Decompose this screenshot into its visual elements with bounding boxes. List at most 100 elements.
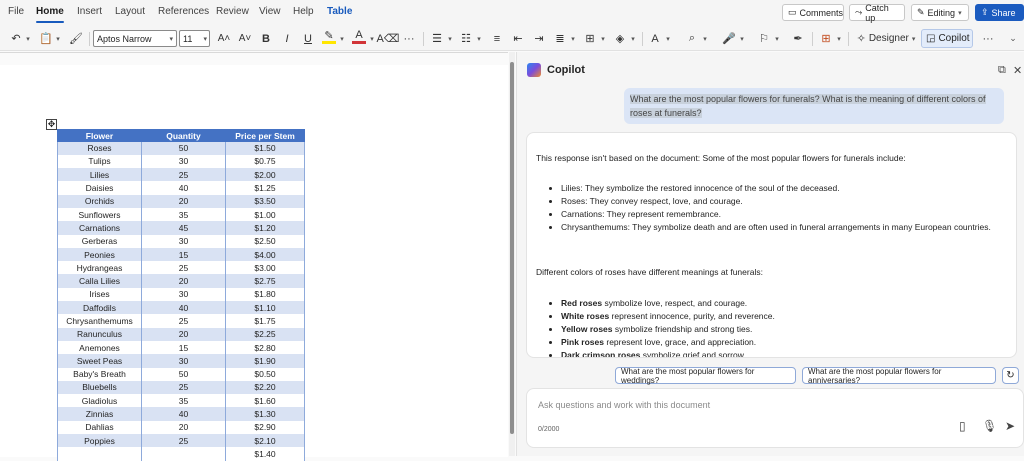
- price-cell[interactable]: $2.50: [225, 234, 305, 248]
- chevron-down-icon[interactable]: ▾: [664, 29, 672, 48]
- column-header-quantity[interactable]: Quantity: [141, 129, 226, 142]
- quantity-cell[interactable]: 30: [141, 154, 226, 169]
- flower-cell[interactable]: Daisies: [57, 181, 142, 195]
- italic-icon[interactable]: I: [280, 29, 294, 48]
- close-icon[interactable]: ✕: [1013, 64, 1022, 77]
- clipboard-icon[interactable]: 📋: [38, 29, 54, 48]
- numbering-icon[interactable]: ☷: [459, 29, 473, 48]
- comments-button[interactable]: ▭ Comments: [782, 4, 844, 21]
- table-row[interactable]: Calla Lilies 20 $2.75: [57, 274, 305, 288]
- table-row[interactable]: $1.40: [57, 447, 305, 461]
- table-move-handle-icon[interactable]: ✥: [46, 119, 57, 130]
- table-row[interactable]: Anemones 15 $2.80: [57, 340, 305, 355]
- microphone-icon[interactable]: 🎙: [982, 419, 997, 433]
- chevron-down-icon[interactable]: ⌄: [1008, 29, 1018, 48]
- quantity-cell[interactable]: 35: [141, 207, 226, 222]
- price-cell[interactable]: $1.00: [225, 207, 305, 222]
- flower-cell[interactable]: Orchids: [57, 194, 142, 208]
- table-row[interactable]: Peonies 15 $4.00: [57, 247, 305, 262]
- send-icon[interactable]: ➤: [1005, 419, 1015, 433]
- flower-cell[interactable]: [57, 447, 142, 461]
- undo-icon[interactable]: ↶: [8, 29, 24, 48]
- table-row[interactable]: Chrysanthemums 25 $1.75: [57, 314, 305, 328]
- quantity-cell[interactable]: 30: [141, 287, 226, 302]
- quantity-cell[interactable]: 15: [141, 340, 226, 355]
- flower-cell[interactable]: Dahlias: [57, 420, 142, 435]
- table-row[interactable]: Poppies 25 $2.10: [57, 434, 305, 448]
- price-cell[interactable]: $2.75: [225, 274, 305, 288]
- flower-cell[interactable]: Poppies: [57, 434, 142, 448]
- chevron-down-icon[interactable]: ▾: [835, 29, 843, 48]
- price-cell[interactable]: $2.00: [225, 168, 305, 182]
- flower-cell[interactable]: Lilies: [57, 168, 142, 182]
- flower-cell[interactable]: Sunflowers: [57, 207, 142, 222]
- tab-layout[interactable]: Layout: [115, 6, 145, 17]
- quantity-cell[interactable]: 40: [141, 301, 226, 315]
- flower-cell[interactable]: Peonies: [57, 247, 142, 262]
- chevron-down-icon[interactable]: ▾: [629, 29, 637, 48]
- flower-cell[interactable]: Baby's Breath: [57, 367, 142, 381]
- styles-icon[interactable]: A: [648, 29, 662, 48]
- flower-cell[interactable]: Sweet Peas: [57, 354, 142, 368]
- tab-insert[interactable]: Insert: [77, 6, 102, 17]
- quantity-cell[interactable]: 20: [141, 420, 226, 435]
- chevron-down-icon[interactable]: ▾: [569, 29, 577, 48]
- table-row[interactable]: Hydrangeas 25 $3.00: [57, 261, 305, 275]
- table-row[interactable]: Zinnias 40 $1.30: [57, 407, 305, 421]
- catch-up-button[interactable]: ⤳ Catch up: [849, 3, 905, 23]
- chevron-down-icon[interactable]: ▾: [773, 29, 781, 48]
- more-icon[interactable]: ···: [401, 29, 417, 48]
- flower-cell[interactable]: Carnations: [57, 221, 142, 235]
- table-row[interactable]: Roses 50 $1.50: [57, 141, 305, 155]
- table-row[interactable]: Daisies 40 $1.25: [57, 181, 305, 195]
- quantity-cell[interactable]: 30: [141, 354, 226, 368]
- scrollbar-thumb[interactable]: [510, 62, 514, 434]
- table-row[interactable]: Dahlias 20 $2.90: [57, 420, 305, 435]
- bullets-icon[interactable]: ☰: [430, 29, 444, 48]
- more-options-icon[interactable]: ···: [980, 29, 996, 48]
- grow-font-icon[interactable]: A˄: [217, 29, 231, 48]
- shrink-font-icon[interactable]: A˅: [238, 29, 252, 48]
- addins-icon[interactable]: ⊞: [819, 29, 833, 48]
- price-cell[interactable]: $1.75: [225, 314, 305, 328]
- dictate-icon[interactable]: 🎤: [722, 29, 736, 48]
- price-cell[interactable]: $1.30: [225, 407, 305, 421]
- flower-cell[interactable]: Tulips: [57, 154, 142, 169]
- price-cell[interactable]: $1.90: [225, 354, 305, 368]
- quantity-cell[interactable]: 20: [141, 194, 226, 208]
- shading-icon[interactable]: ◈: [613, 29, 627, 48]
- flower-cell[interactable]: Bluebells: [57, 380, 142, 395]
- format-painter-icon[interactable]: 🖌: [68, 29, 84, 48]
- table-row[interactable]: Tulips 30 $0.75: [57, 154, 305, 169]
- price-cell[interactable]: $2.10: [225, 434, 305, 448]
- table-row[interactable]: Daffodils 40 $1.10: [57, 301, 305, 315]
- price-cell[interactable]: $2.90: [225, 420, 305, 435]
- quantity-cell[interactable]: [141, 447, 226, 461]
- clear-formatting-icon[interactable]: A⌫: [377, 29, 400, 48]
- quantity-cell[interactable]: 25: [141, 261, 226, 275]
- flower-cell[interactable]: Irises: [57, 287, 142, 302]
- chevron-down-icon[interactable]: ▾: [701, 29, 709, 48]
- quantity-cell[interactable]: 20: [141, 274, 226, 288]
- flower-cell[interactable]: Daffodils: [57, 301, 142, 315]
- search-icon[interactable]: ⌕: [685, 29, 699, 48]
- table-row[interactable]: Sweet Peas 30 $1.90: [57, 354, 305, 368]
- tab-help[interactable]: Help: [293, 6, 314, 17]
- price-cell[interactable]: $1.80: [225, 287, 305, 302]
- flower-cell[interactable]: Calla Lilies: [57, 274, 142, 288]
- chevron-down-icon[interactable]: ▾: [475, 29, 483, 48]
- chevron-down-icon[interactable]: ▾: [599, 29, 607, 48]
- increase-indent-icon[interactable]: ⇥: [532, 29, 546, 48]
- tab-view[interactable]: View: [259, 6, 281, 17]
- tab-review[interactable]: Review: [216, 6, 249, 17]
- price-cell[interactable]: $1.25: [225, 181, 305, 195]
- flower-cell[interactable]: Chrysanthemums: [57, 314, 142, 328]
- document-scrollbar[interactable]: [509, 52, 515, 456]
- price-cell[interactable]: $4.00: [225, 247, 305, 262]
- tab-references[interactable]: References: [158, 6, 209, 17]
- price-cell[interactable]: $0.75: [225, 154, 305, 169]
- table-row[interactable]: Carnations 45 $1.20: [57, 221, 305, 235]
- quantity-cell[interactable]: 20: [141, 327, 226, 341]
- chevron-down-icon[interactable]: ▾: [368, 29, 376, 48]
- editing-mode-button[interactable]: ✎ Editing ▾: [911, 4, 969, 21]
